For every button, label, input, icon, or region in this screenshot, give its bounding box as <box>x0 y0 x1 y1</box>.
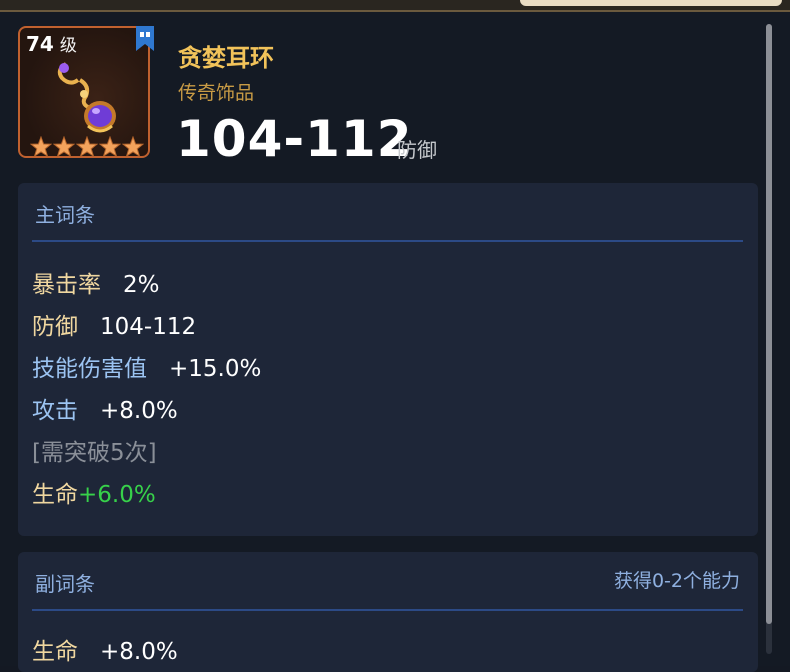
sub-stats-section: 副词条 获得0-2个能力 生命 +8.0% <box>18 552 758 672</box>
stat-row: 暴击率 2% <box>32 265 160 299</box>
stat-label: 生命 <box>32 639 78 665</box>
tab-edge[interactable] <box>520 0 782 6</box>
item-name: 贪婪耳环 <box>178 44 274 72</box>
bookmark-icon[interactable] <box>134 26 156 52</box>
item-defense-value: 104-112 <box>176 110 413 168</box>
item-icon-frame[interactable]: 74 级 <box>18 26 154 158</box>
main-stats-title: 主词条 <box>35 203 95 227</box>
stat-value: 104-112 <box>100 314 197 340</box>
stat-value: +8.0% <box>100 639 178 665</box>
main-stats-divider <box>32 240 743 242</box>
stat-value: 2% <box>123 272 160 298</box>
stat-row: 技能伤害值 +15.0% <box>32 349 261 383</box>
item-level-unit: 级 <box>59 36 77 56</box>
stat-value: +8.0% <box>100 398 178 424</box>
star-icon <box>122 136 144 158</box>
star-icon <box>30 136 52 158</box>
sub-stats-hint: 获得0-2个能力 <box>613 570 740 592</box>
rarity-stars <box>30 136 144 158</box>
sub-stats-divider <box>32 609 743 611</box>
stat-label: 攻击 <box>32 398 78 424</box>
locked-stat-row: 生命+6.0% <box>32 475 156 509</box>
stat-label: 生命 <box>32 482 78 508</box>
stat-label: 防御 <box>32 314 78 340</box>
stat-label: 暴击率 <box>32 272 101 298</box>
scrollbar[interactable] <box>766 24 772 654</box>
breakthrough-note: [需突破5次] <box>32 440 157 466</box>
item-level-number: 74 <box>26 32 54 56</box>
sub-stats-title: 副词条 <box>35 572 95 596</box>
main-stats-section: 主词条 暴击率 2% 防御 104-112 技能伤害值 +15.0% 攻击 +8.0% … <box>18 183 758 536</box>
stat-value: +6.0% <box>78 482 156 508</box>
star-icon <box>99 136 121 158</box>
star-icon <box>53 136 75 158</box>
scrollbar-thumb[interactable] <box>766 24 772 624</box>
stat-row: 攻击 +8.0% <box>32 391 178 425</box>
stat-label: 技能伤害值 <box>32 356 147 382</box>
stat-value: +15.0% <box>169 356 262 382</box>
stat-row: 生命 +8.0% <box>32 632 178 666</box>
star-icon <box>76 136 98 158</box>
item-level: 74 级 <box>26 31 77 56</box>
item-type: 传奇饰品 <box>178 82 255 104</box>
window-top-strip <box>0 0 790 12</box>
stat-row: 防御 104-112 <box>32 307 196 341</box>
earring-icon <box>57 62 116 133</box>
item-defense-label: 防御 <box>397 138 437 162</box>
